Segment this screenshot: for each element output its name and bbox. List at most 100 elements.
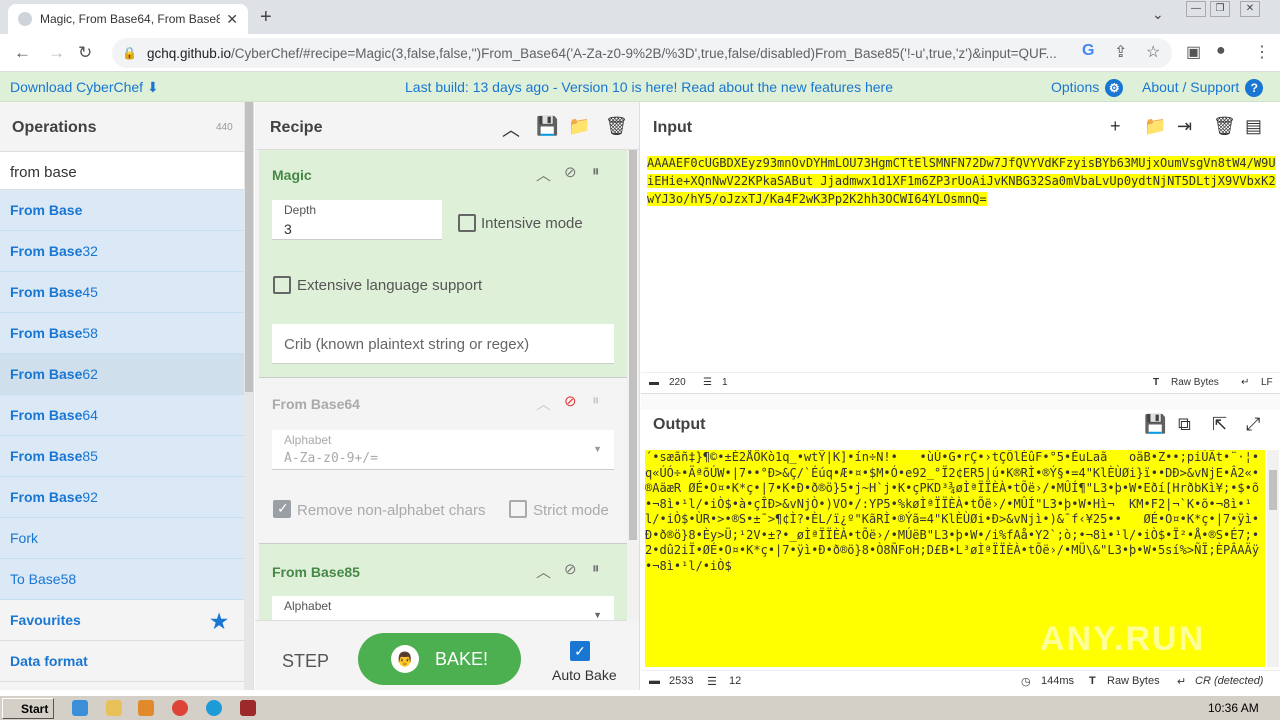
folder-icon[interactable] (106, 700, 122, 716)
panel-divider[interactable] (641, 394, 1280, 410)
output-scrollbar[interactable] (1267, 450, 1279, 667)
options-button[interactable]: Options ⚙ (1051, 79, 1124, 98)
reload-icon[interactable]: ↻ (78, 43, 92, 63)
step-button[interactable]: STEP (282, 651, 329, 672)
forward-icon[interactable]: → (48, 43, 65, 63)
clear-input-icon[interactable]: 🗑 (1213, 116, 1236, 137)
build-info-link[interactable]: Last build: 13 days ago - Version 10 is … (405, 79, 893, 95)
save-recipe-icon[interactable]: 💾 (536, 116, 558, 137)
depth-value: 3 (284, 221, 292, 237)
add-tab-icon[interactable]: + (1110, 116, 1121, 137)
sidepanel-icon[interactable]: ▣ (1186, 42, 1201, 62)
extensive-language-checkbox[interactable] (273, 276, 291, 294)
auto-bake-checkbox[interactable]: ✓ (570, 641, 590, 661)
strict-mode-checkbox[interactable] (509, 500, 527, 518)
bake-button[interactable]: 👨 BAKE! (358, 633, 521, 685)
raw-bytes-icon: T (1089, 675, 1096, 687)
output-title: Output (653, 416, 706, 433)
load-recipe-icon[interactable]: 📁 (568, 116, 590, 137)
save-output-icon[interactable]: 💾 (1144, 414, 1166, 435)
gear-icon: ⚙ (1105, 79, 1124, 98)
download-link[interactable]: Download CyberChef ⬇ (10, 79, 159, 96)
start-button[interactable]: Start (2, 698, 54, 719)
collapse-all-icon[interactable]: ︿ (502, 116, 520, 142)
op-from-base45[interactable]: From Base45 (0, 272, 244, 313)
open-folder-icon[interactable]: 📁 (1144, 116, 1166, 137)
disable-icon[interactable]: ⊘ (564, 392, 577, 410)
recipe-panel: Recipe ︿ 💾 📁 🗑 Magic ︿ ⊘ ⏸ Depth 3 Inten… (255, 102, 640, 690)
recipe-scrollbar[interactable] (627, 150, 639, 620)
input-encoding[interactable]: Raw Bytes (1171, 377, 1219, 388)
disable-icon[interactable]: ⊘ (564, 560, 577, 578)
op-from-base92[interactable]: From Base92 (0, 477, 244, 518)
breakpoint-icon[interactable]: ⏸ (592, 392, 600, 409)
disable-icon[interactable]: ⊘ (564, 163, 577, 181)
edge-icon[interactable] (206, 700, 222, 716)
new-tab-icon[interactable]: + (260, 6, 272, 29)
input-textarea[interactable]: AAAAEF0cUGBDXEyz93mnOvDYHmLOU73HgmCTtElS… (647, 154, 1279, 208)
op-from-base62[interactable]: From Base62 (0, 354, 244, 395)
remove-nonalpha-checkbox[interactable] (273, 500, 291, 518)
collapse-icon[interactable]: ︿ (536, 393, 551, 414)
menu-icon[interactable]: ⋮ (1254, 42, 1270, 62)
chrome-icon[interactable] (172, 700, 188, 716)
download-label: Download CyberChef (10, 79, 144, 95)
depth-field[interactable]: Depth 3 (272, 200, 442, 240)
op-from-base32[interactable]: From Base32 (0, 231, 244, 272)
output-time: 144ms (1041, 675, 1075, 687)
archive-icon[interactable] (240, 700, 256, 716)
ie-icon[interactable] (72, 700, 88, 716)
operations-search-input[interactable]: from base (0, 152, 244, 190)
copy-output-icon[interactable]: ⧉ (1178, 414, 1191, 435)
about-label: About / Support (1142, 79, 1240, 95)
op-to-base58[interactable]: To Base58 (0, 559, 244, 600)
crib-input[interactable]: Crib (known plaintext string or regex) (272, 324, 614, 364)
op-from-base85[interactable]: From Base85 (0, 436, 244, 477)
breakpoint-icon[interactable]: ⏸ (592, 560, 600, 577)
intensive-mode-checkbox[interactable] (458, 214, 476, 232)
category-favourites[interactable]: Favourites ★ (0, 600, 244, 641)
url-field[interactable]: 🔒 gchq.github.io /CyberChef/#recipe=Magi… (112, 38, 1172, 68)
bookmark-star-icon[interactable]: ☆ (1146, 42, 1160, 62)
output-char-count: 2533 (669, 675, 694, 687)
eol-icon: ↵ (1177, 676, 1187, 688)
output-eol[interactable]: CR (detected) (1195, 675, 1263, 687)
back-icon[interactable]: ← (14, 43, 31, 63)
clear-recipe-icon[interactable]: 🗑 (605, 116, 628, 137)
raw-bytes-icon: T (1153, 377, 1160, 388)
line-count-icon: ☰ (703, 377, 712, 388)
input-status-bar: ▬ 220 ☰ 1 T Raw Bytes ↵ LF (641, 372, 1280, 394)
breakpoint-icon[interactable]: ⏸ (592, 163, 600, 180)
input-eol[interactable]: LF (1261, 377, 1273, 388)
about-button[interactable]: About / Support? (1142, 79, 1264, 98)
window-close-icon[interactable]: ✕ (1240, 1, 1260, 17)
minimize-icon[interactable]: — (1186, 1, 1206, 17)
google-icon[interactable]: G (1082, 42, 1094, 60)
media-icon[interactable] (138, 700, 154, 716)
output-status-bar: ▬ 2533 ☰ 12 ◷ 144ms T Raw Bytes ↵ CR (de… (641, 670, 1280, 690)
tab-close-icon[interactable]: ✕ (226, 11, 238, 28)
category-data-format[interactable]: Data format (0, 641, 244, 682)
crib-placeholder: Crib (known plaintext string or regex) (284, 336, 530, 353)
share-icon[interactable]: ⇪ (1114, 42, 1127, 62)
op-fork[interactable]: Fork (0, 518, 244, 559)
browser-tab[interactable]: Magic, From Base64, From Base85 - ✕ (8, 4, 248, 34)
collapse-icon[interactable]: ︿ (536, 561, 551, 582)
output-encoding[interactable]: Raw Bytes (1107, 675, 1160, 687)
restore-icon[interactable]: ❐ (1210, 1, 1230, 17)
open-file-icon[interactable]: ⇥ (1177, 116, 1192, 137)
input-text: AAAAEF0cUGBDXEyz93mnOvDYHmLOU73HgmCTtElS… (647, 156, 1276, 206)
reset-layout-icon[interactable]: ▤ (1245, 116, 1262, 137)
profile-icon[interactable]: ● (1216, 42, 1226, 60)
base64-alphabet-select[interactable]: Alphabet A-Za-z0-9+/= ▼ (272, 430, 614, 470)
operations-panel: Operations 440 from base From Base From … (0, 102, 254, 690)
operations-scrollbar[interactable] (244, 102, 253, 690)
tab-search-chevron-icon[interactable]: ⌄ (1152, 6, 1164, 23)
op-from-base64[interactable]: From Base64 (0, 395, 244, 436)
replace-input-icon[interactable]: ⇱ (1212, 414, 1227, 435)
op-from-base[interactable]: From Base (0, 190, 244, 231)
op-from-base58[interactable]: From Base58 (0, 313, 244, 354)
depth-label: Depth (284, 203, 317, 217)
maximize-output-icon[interactable]: ⤢ (1246, 414, 1260, 435)
collapse-icon[interactable]: ︿ (536, 164, 551, 185)
